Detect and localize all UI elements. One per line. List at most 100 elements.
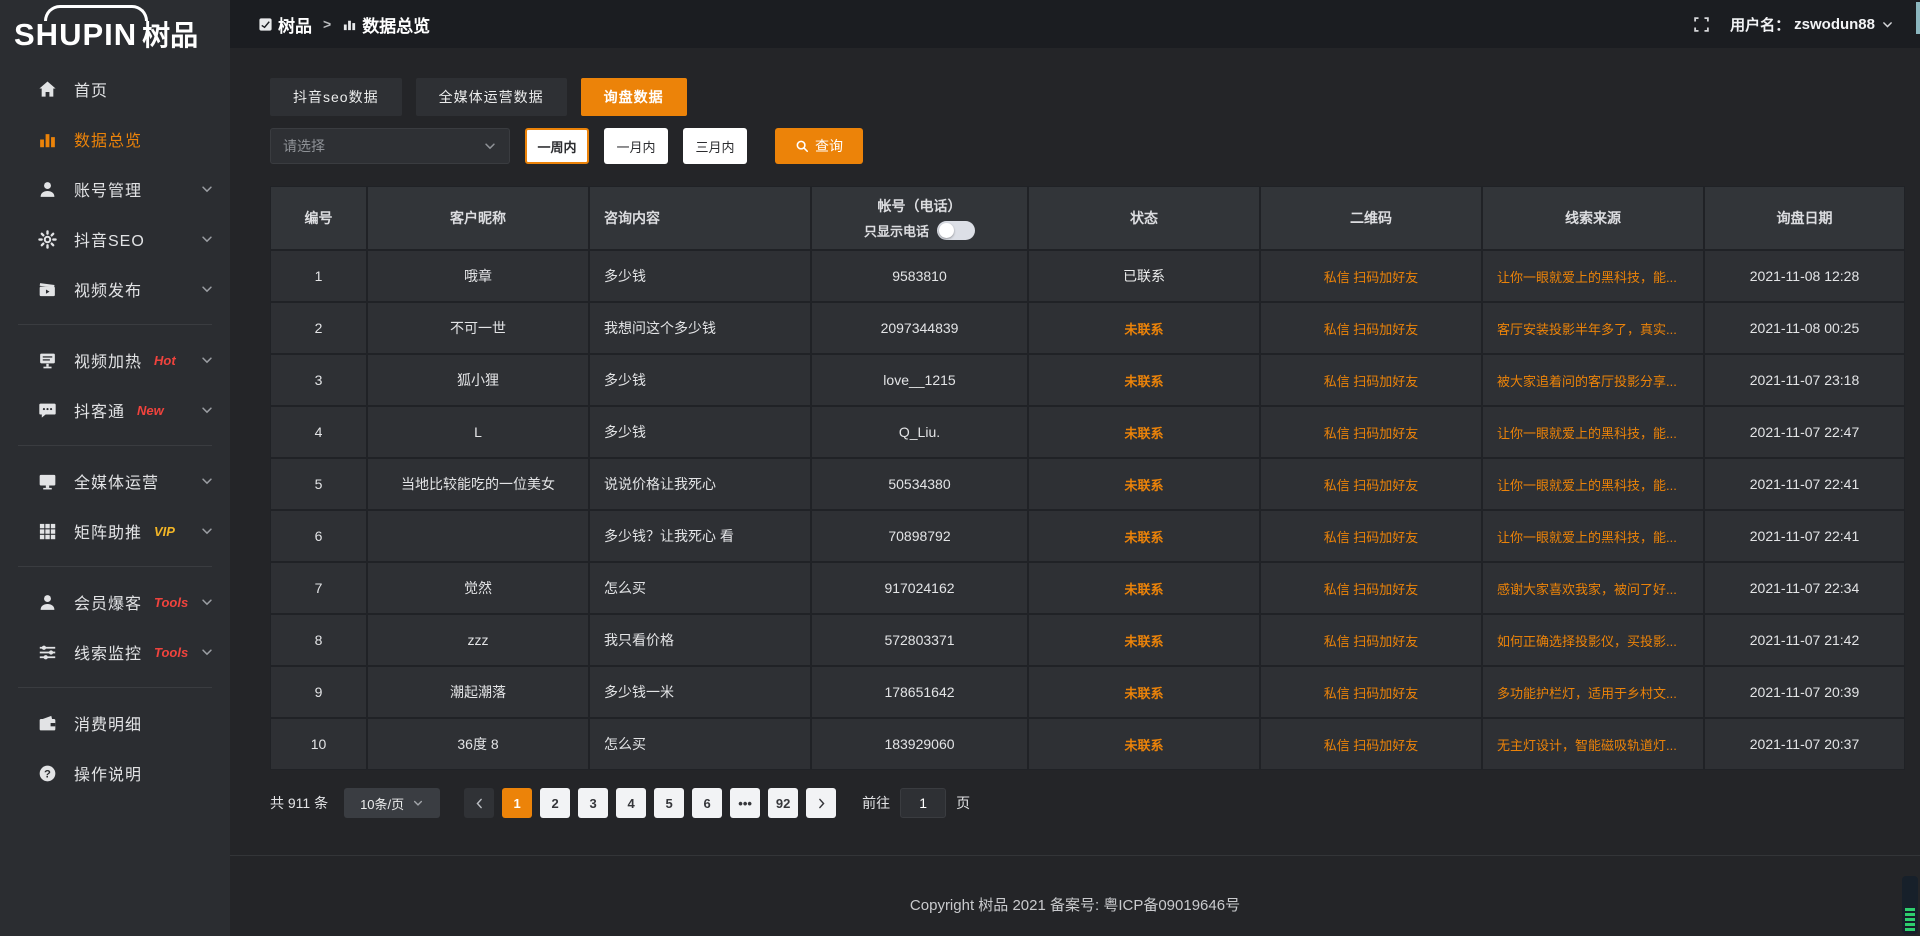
col-header-status: 状态 [1029,187,1259,249]
goto-page-input[interactable] [900,788,946,818]
tab-douyin-seo-data[interactable]: 抖音seo数据 [270,78,402,116]
cell-account: 70898792 [812,511,1027,561]
extension-widget[interactable] [1902,876,1918,934]
chevron-down-icon [200,232,214,246]
cell-source-link[interactable]: 感谢大家喜欢我家，被问了好... [1483,563,1703,613]
cell-source-link[interactable]: 让你一眼就爱上的黑科技，能... [1483,407,1703,457]
breadcrumb-separator: > [323,16,331,32]
sidebar-item-clue-monitor[interactable]: 线索监控Tools [0,627,230,677]
breadcrumb-page[interactable]: 数据总览 [342,12,430,37]
cell-date: 2021-11-07 21:42 [1705,615,1904,665]
cell-source-link[interactable]: 让你一眼就爱上的黑科技，能... [1483,251,1703,301]
sidebar-item-douketong[interactable]: 抖客通New [0,385,230,435]
cell-qrcode-link[interactable]: 私信 扫码加好友 [1261,511,1481,561]
gear-icon [38,230,57,249]
cell-qrcode-link[interactable]: 私信 扫码加好友 [1261,303,1481,353]
page-button-4[interactable]: 4 [616,788,646,818]
page-button-5[interactable]: 5 [654,788,684,818]
sidebar-item-member-baoke[interactable]: 会员爆客Tools [0,577,230,627]
sidebar-item-matrix-boost[interactable]: 矩阵助推VIP [0,506,230,556]
cell-qrcode-link[interactable]: 私信 扫码加好友 [1261,459,1481,509]
page-button-3[interactable]: 3 [578,788,608,818]
page-more-button[interactable]: ••• [730,788,760,818]
sidebar-badge: Tools [154,645,188,660]
fullscreen-icon[interactable] [1693,16,1710,33]
toggle-knob [939,223,954,238]
cell-nickname: 不可一世 [368,303,588,353]
sidebar-item-douyin-seo[interactable]: 抖音SEO [0,214,230,264]
table-body: 1哦章多少钱9583810已联系私信 扫码加好友让你一眼就爱上的黑科技，能...… [271,251,1904,769]
page-button-92[interactable]: 92 [768,788,798,818]
sidebar-item-home[interactable]: 首页 [0,64,230,114]
range-one-week-button[interactable]: 一周内 [525,128,589,164]
page-button-6[interactable]: 6 [692,788,722,818]
table-row: 2不可一世我想问这个多少钱2097344839未联系私信 扫码加好友客厅安装投影… [271,303,1904,353]
cell-qrcode-link[interactable]: 私信 扫码加好友 [1261,615,1481,665]
cell-nickname: 36度 8 [368,719,588,769]
cell-nickname: 觉然 [368,563,588,613]
breadcrumb-page-label: 数据总览 [362,12,430,37]
page-buttons: 123456 ••• 92 [464,788,836,818]
sidebar-divider [18,324,212,325]
cell-qrcode-link[interactable]: 私信 扫码加好友 [1261,563,1481,613]
cell-status: 未联系 [1029,719,1259,769]
page-button-1[interactable]: 1 [502,788,532,818]
sidebar-item-consumption-detail[interactable]: 消费明细 [0,698,230,748]
logo-text-cn: 树品 [142,20,198,51]
cell-date: 2021-11-08 00:25 [1705,303,1904,353]
sidebar-item-video-publish[interactable]: 视频发布 [0,264,230,314]
sidebar-item-data-overview[interactable]: 数据总览 [0,114,230,164]
prev-page-button[interactable] [464,788,494,818]
phone-only-toggle[interactable] [937,221,975,240]
sidebar-item-video-heat[interactable]: 视频加热Hot [0,335,230,385]
page-button-2[interactable]: 2 [540,788,570,818]
sidebar-item-operation-guide[interactable]: ?操作说明 [0,748,230,798]
range-three-month-button[interactable]: 三月内 [683,128,747,164]
search-icon [795,139,809,153]
cell-status: 已联系 [1029,251,1259,301]
col-header-account-label: 帐号（电话） [878,196,962,216]
cell-nickname: 潮起潮落 [368,667,588,717]
breadcrumb-root[interactable]: 树品 [258,12,312,37]
cell-qrcode-link[interactable]: 私信 扫码加好友 [1261,355,1481,405]
cell-date: 2021-11-07 22:47 [1705,407,1904,457]
tab-inquiry-data[interactable]: 询盘数据 [581,78,687,116]
chevron-down-icon [200,524,214,538]
cell-source-link[interactable]: 无主灯设计，智能磁吸轨道灯... [1483,719,1703,769]
cell-qrcode-link[interactable]: 私信 扫码加好友 [1261,719,1481,769]
filter-bar: 请选择 一周内 一月内 三月内 查询 [270,128,1905,164]
sidebar-item-label: 数据总览 [74,127,142,151]
cell-account: 572803371 [812,615,1027,665]
chevron-down-icon [200,403,214,417]
scrollbar-hint[interactable] [1916,2,1920,34]
range-one-month-button[interactable]: 一月内 [604,128,668,164]
cell-source-link[interactable]: 让你一眼就爱上的黑科技，能... [1483,511,1703,561]
sidebar-item-media-operation[interactable]: 全媒体运营 [0,456,230,506]
cell-content: 我只看价格 [590,615,810,665]
cell-qrcode-link[interactable]: 私信 扫码加好友 [1261,251,1481,301]
pagination: 共 911 条 10条/页 123456•••92 前往 页 [270,788,1905,818]
tab-media-operation-data[interactable]: 全媒体运营数据 [416,78,567,116]
main-area: 树品 > 数据总览 用户名： zswodun88 抖音seo数据 全媒体运营数据… [230,0,1920,936]
cell-source-link[interactable]: 多功能护栏灯，适用于乡村文... [1483,667,1703,717]
next-page-button[interactable] [806,788,836,818]
user-menu[interactable]: 用户名： zswodun88 [1730,14,1894,35]
cell-date: 2021-11-07 22:41 [1705,459,1904,509]
page-size-select[interactable]: 10条/页 [344,788,440,818]
col-header-qrcode: 二维码 [1261,187,1481,249]
cell-nickname: 当地比较能吃的一位美女 [368,459,588,509]
account-select[interactable]: 请选择 [270,128,510,164]
logo: SHUPIN树品 [0,0,230,64]
cell-source-link[interactable]: 被大家追着问的客厅投影分享... [1483,355,1703,405]
sidebar-item-account-manage[interactable]: 账号管理 [0,164,230,214]
user-icon [38,180,57,199]
query-button[interactable]: 查询 [775,128,863,164]
cell-qrcode-link[interactable]: 私信 扫码加好友 [1261,667,1481,717]
cell-qrcode-link[interactable]: 私信 扫码加好友 [1261,407,1481,457]
col-header-account: 帐号（电话） 只显示电话 [812,187,1027,249]
cell-content: 怎么买 [590,563,810,613]
cell-source-link[interactable]: 客厅安装投影半年多了，真实... [1483,303,1703,353]
cell-source-link[interactable]: 让你一眼就爱上的黑科技，能... [1483,459,1703,509]
chevron-down-icon [200,595,214,609]
cell-source-link[interactable]: 如何正确选择投影仪，买投影... [1483,615,1703,665]
